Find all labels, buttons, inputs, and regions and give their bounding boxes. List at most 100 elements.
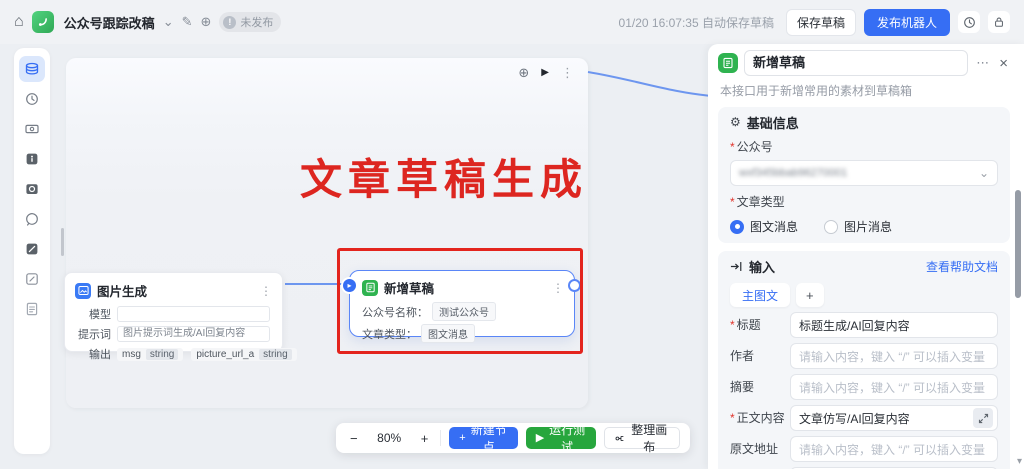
field-label-text: 标题 (736, 318, 761, 332)
output-chips: msg string picture_url_a string (117, 347, 297, 361)
prompt-label: 提示词 (78, 329, 111, 341)
sidebar-item-docs[interactable] (19, 296, 45, 322)
home-icon[interactable]: ⌂ (14, 13, 24, 31)
tab-main-article[interactable]: 主图文 (730, 283, 791, 307)
history-button[interactable] (958, 11, 980, 33)
left-sidebar (14, 48, 50, 454)
node-name-input[interactable]: 新增草稿 (744, 50, 969, 76)
field-label: 作者 (730, 343, 790, 369)
status-badge-label: 未发布 (240, 17, 274, 29)
basic-info-header: ⚙ 基础信息 (730, 113, 998, 131)
field-label-text: 原文地址 (730, 442, 779, 456)
tidy-icon (615, 435, 624, 441)
radio-image-message[interactable]: 图片消息 (824, 218, 892, 235)
field-row-digest: 摘要 请输入内容，键入 “/” 可以插入变量 (730, 374, 998, 400)
group-run-icon[interactable]: ▶ (541, 67, 549, 78)
group-more-icon[interactable]: ⋮ (561, 66, 574, 79)
help-doc-link[interactable]: 查看帮助文档 (926, 258, 998, 275)
zoom-in-button[interactable]: + (417, 431, 433, 446)
tidy-canvas-button[interactable]: 整理画布 (603, 423, 680, 454)
required-mark: * (730, 195, 735, 209)
new-node-label: 新建节点 (470, 423, 507, 454)
expand-button[interactable] (973, 408, 993, 428)
article-tabs: 主图文 + (730, 283, 998, 307)
model-input[interactable] (117, 306, 270, 322)
run-test-button[interactable]: ▶ 运行测试 (525, 423, 596, 454)
add-icon[interactable]: ⊕ (201, 14, 212, 30)
close-icon[interactable]: × (997, 55, 1010, 72)
gear-icon: ⚙ (730, 115, 741, 129)
file-lines-icon (26, 302, 38, 316)
sidebar-item-billing[interactable] (19, 116, 45, 142)
node-more-icon[interactable]: ⋮ (260, 284, 272, 298)
content-input[interactable]: 文章仿写/AI回复内容 (790, 405, 998, 431)
input-section-title: 输入 (749, 259, 776, 275)
sidebar-item-media[interactable] (19, 176, 45, 202)
sidebar-item-history[interactable] (19, 86, 45, 112)
account-select[interactable]: wxf345bbab96270001 ⌄ (730, 160, 998, 186)
add-tab-button[interactable]: + (796, 283, 824, 307)
output-name: picture_url_a (196, 348, 255, 360)
sidebar-item-info[interactable] (19, 146, 45, 172)
node-add-draft[interactable]: ▸ 新增草稿 ⋮ 公众号名称： 测试公众号 文章类型： 图文消息 (341, 270, 581, 343)
autosave-text: 01/20 16:07:35 自动保存草稿 (618, 15, 774, 30)
account-select-value: wxf345bbab96270001 (739, 167, 848, 179)
group-collapse-icon[interactable]: ⊕ (518, 66, 529, 79)
lock-button[interactable] (988, 11, 1010, 33)
sidebar-item-chat[interactable] (19, 206, 45, 232)
workflow-title: 公众号跟踪改稿 (63, 15, 155, 31)
prompt-input[interactable]: 图片提示词生成/AI回复内容 (117, 326, 270, 342)
header-right: 01/20 16:07:35 自动保存草稿 保存草稿 发布机器人 (618, 8, 1024, 36)
field-label: 摘要 (730, 374, 790, 400)
canvas-watermark-title: 文章草稿生成 (300, 155, 589, 204)
field-label: * 标题 (730, 312, 790, 338)
input-port-icon[interactable]: ▸ (341, 277, 358, 294)
new-node-button[interactable]: + 新建节点 (449, 423, 518, 454)
required-mark: * (730, 318, 735, 332)
title-input[interactable]: 标题生成/AI回复内容 (790, 312, 998, 338)
workflow-editor: ⌂ 公众号跟踪改稿 ⌄ ✎ ⊕ ! 未发布 01/20 16:07:35 自动保… (0, 0, 1024, 469)
field-placeholder: 请输入内容，键入 “/” 可以插入变量 (799, 442, 985, 457)
output-chip: msg string (117, 347, 184, 361)
sidebar-item-notes[interactable] (19, 266, 45, 292)
workflow-canvas[interactable]: ⊕ ▶ ⋮ 文章草稿生成 图片生成 ⋮ 模型 提示词 图片提示词生成/AI回复内… (56, 44, 708, 469)
input-arrow-icon (730, 261, 742, 271)
camera-square-icon (26, 184, 38, 194)
banknote-icon (25, 124, 39, 134)
panel-scrollbar-thumb[interactable] (1015, 190, 1021, 298)
node-title: 新增草稿 (384, 282, 435, 296)
edit-square-icon (26, 273, 38, 285)
digest-input[interactable]: 请输入内容，键入 “/” 可以插入变量 (790, 374, 998, 400)
publish-bot-button[interactable]: 发布机器人 (863, 8, 950, 36)
sidebar-item-feedback[interactable] (19, 236, 45, 262)
node-config-panel: 新增草稿 ⋯ × 本接口用于新增常用的素材到草稿箱 ⚙ 基础信息 * 公众号 wx… (708, 44, 1024, 469)
node-add-draft-header: 新增草稿 ⋮ (350, 271, 574, 299)
source-url-input[interactable]: 请输入内容，键入 “/” 可以插入变量 (790, 436, 998, 462)
node-image-gen[interactable]: 图片生成 ⋮ 模型 提示词 图片提示词生成/AI回复内容 输出 msg stri… (64, 272, 297, 361)
plus-icon: + (459, 431, 466, 444)
save-draft-button[interactable]: 保存草稿 (785, 8, 856, 36)
radio-text-message[interactable]: 图文消息 (730, 218, 798, 235)
node-more-icon[interactable]: ⋮ (552, 281, 564, 295)
chevron-down-icon[interactable]: ⌄ (163, 14, 174, 30)
output-label: 输出 (89, 349, 111, 361)
field-row-title: * 标题 标题生成/AI回复内容 (730, 312, 998, 338)
scroll-down-icon[interactable]: ▾ (1017, 456, 1022, 467)
edit-square-filled-icon (26, 243, 38, 255)
image-icon (75, 282, 91, 299)
info-square-icon (26, 153, 38, 165)
output-port-icon[interactable] (568, 279, 581, 292)
panel-more-icon[interactable]: ⋯ (974, 55, 991, 71)
article-type-row: 文章类型： 图文消息 (350, 324, 574, 343)
node-title: 图片生成 (97, 285, 148, 299)
sidebar-item-workflow[interactable] (19, 56, 45, 82)
rename-pencil-icon[interactable]: ✎ (182, 14, 193, 30)
zoom-controls: − 80% + (346, 431, 432, 446)
canvas-scrollbar-thumb[interactable] (61, 228, 64, 256)
article-type-radios: 图文消息 图片消息 (730, 218, 998, 235)
author-input[interactable]: 请输入内容，键入 “/” 可以插入变量 (790, 343, 998, 369)
zoom-out-button[interactable]: − (346, 431, 362, 446)
message-circle-icon (26, 213, 38, 226)
output-type: string (145, 348, 179, 360)
field-value: 标题生成/AI回复内容 (799, 318, 910, 333)
